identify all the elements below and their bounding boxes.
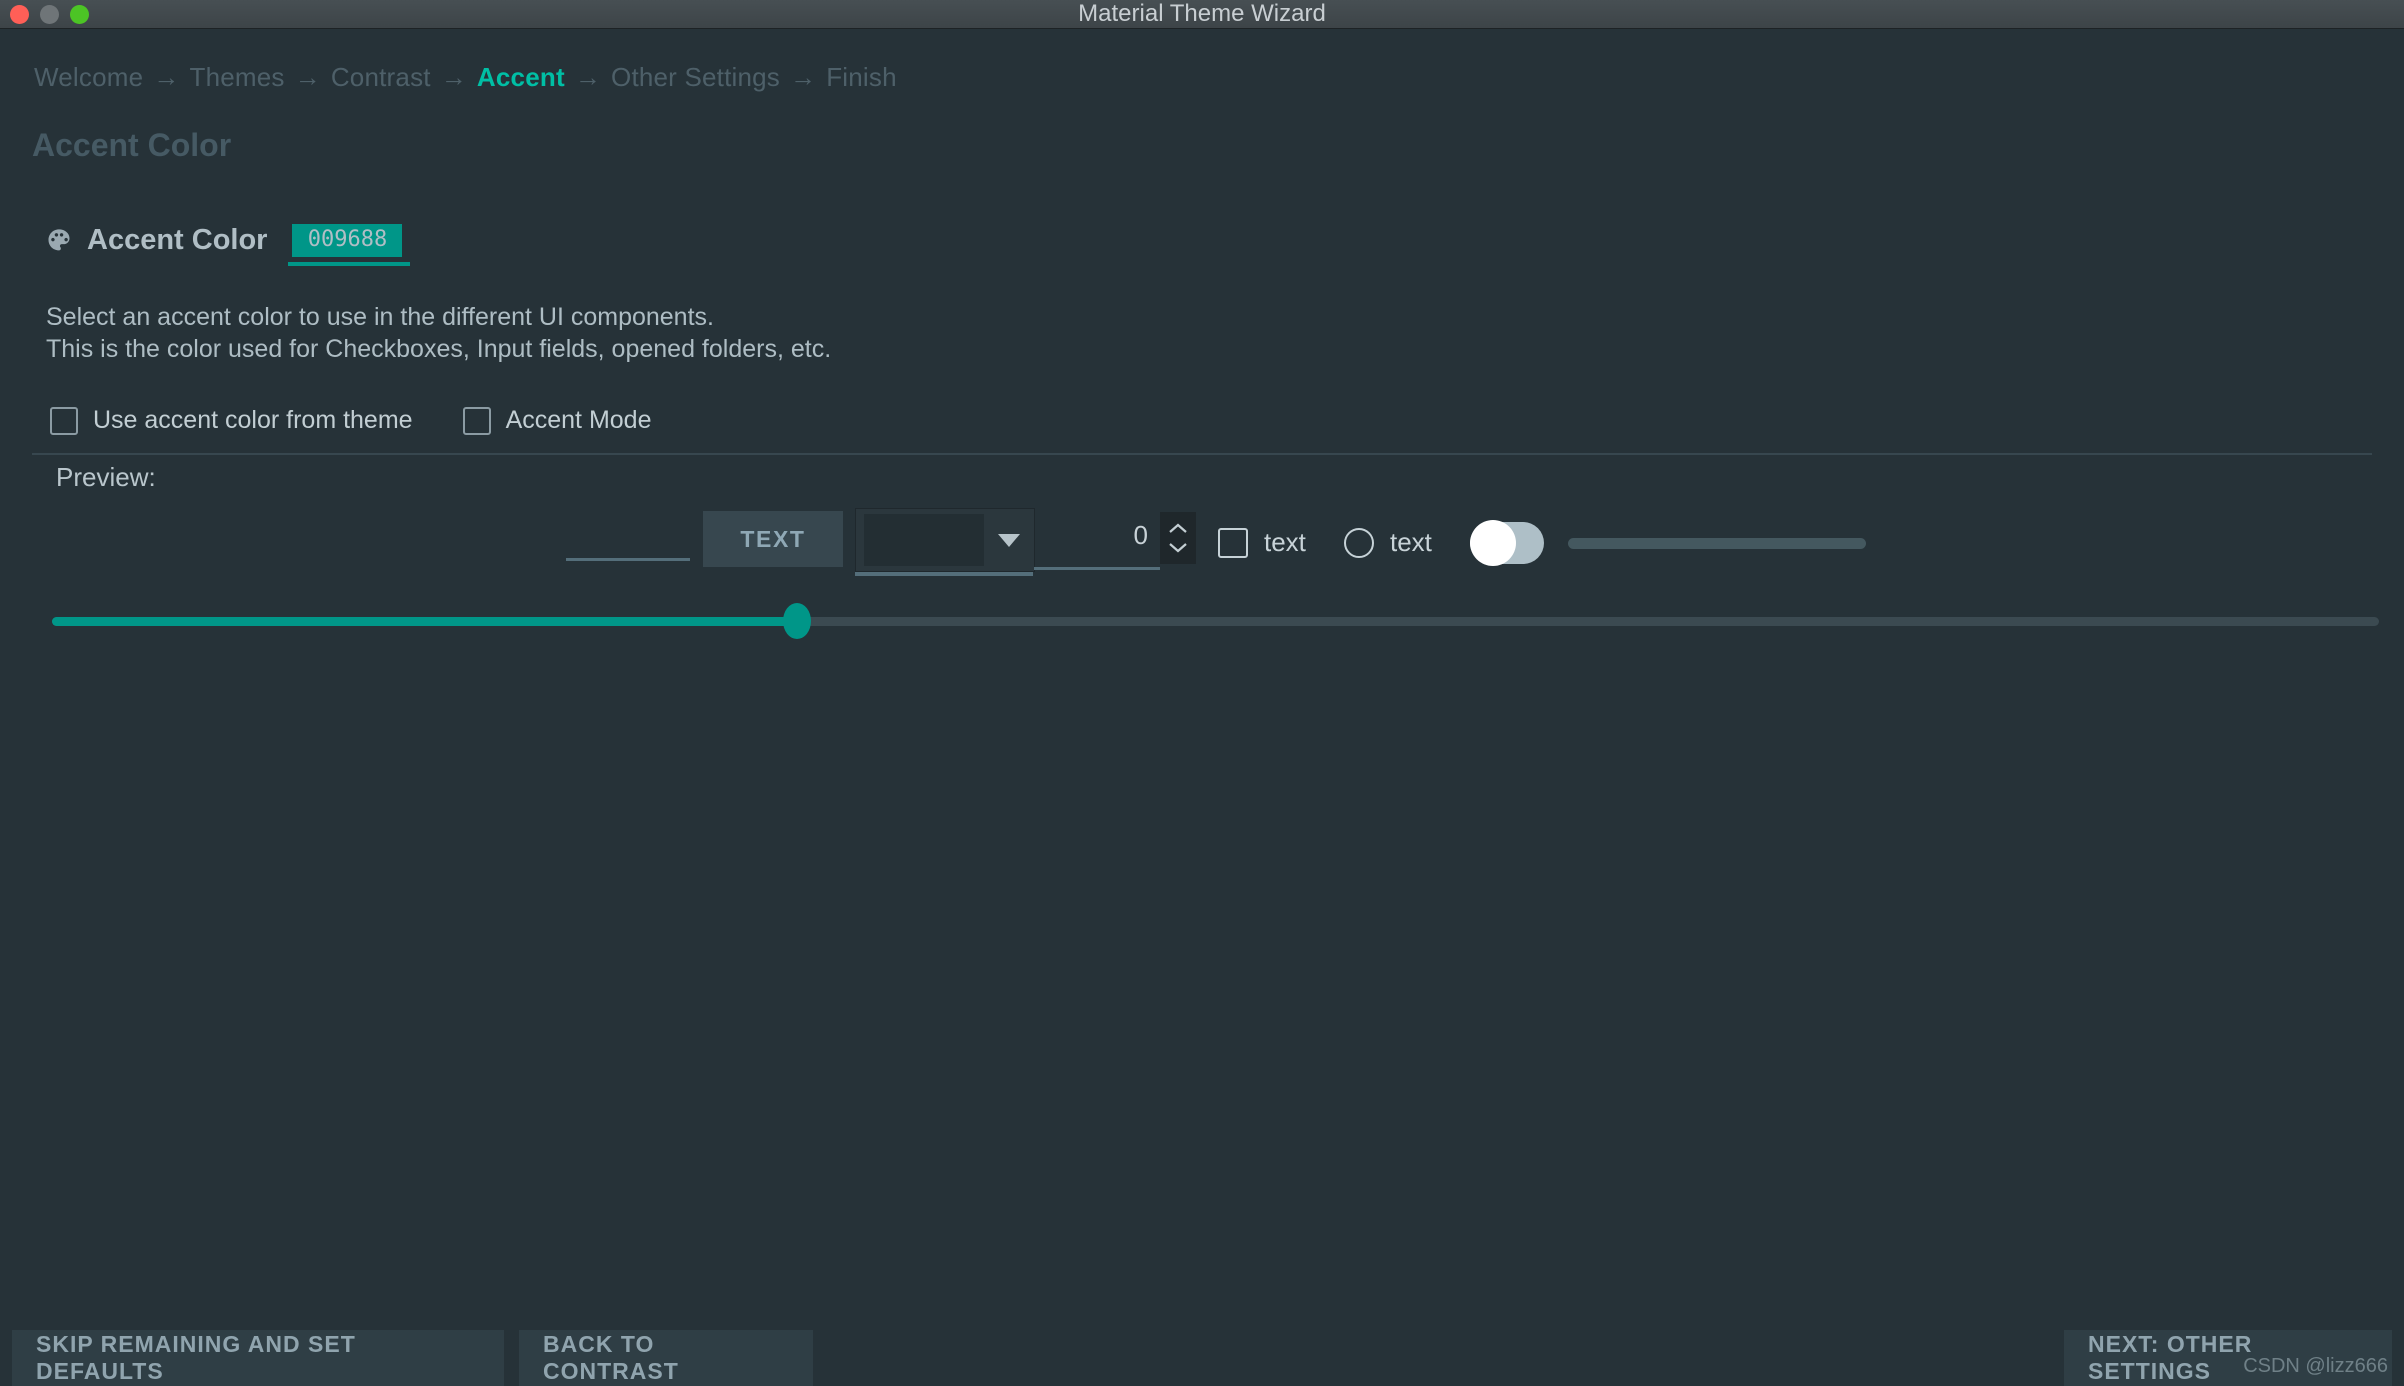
breadcrumb-item-themes[interactable]: Themes: [190, 62, 285, 93]
combo-box-underline: [855, 572, 1033, 576]
toggle-knob[interactable]: [1470, 520, 1516, 566]
window-title: Material Theme Wizard: [1078, 0, 1326, 27]
spinner-buttons[interactable]: [1160, 512, 1196, 564]
breadcrumb-item-welcome[interactable]: Welcome: [34, 62, 143, 93]
breadcrumb-separator: →: [574, 62, 602, 92]
back-to-contrast-button[interactable]: BACK TO CONTRAST: [519, 1330, 813, 1386]
breadcrumb-item-accent[interactable]: Accent: [477, 62, 565, 93]
accent-hex-value[interactable]: 009688: [292, 224, 403, 257]
title-bar: Material Theme Wizard: [0, 0, 2404, 29]
preview-combo-box[interactable]: [855, 508, 1035, 572]
combo-box-arrow-wrapper[interactable]: [984, 509, 1034, 571]
description-line-2: This is the color used for Checkboxes, I…: [46, 335, 832, 363]
breadcrumb: Welcome → Themes → Contrast → Accent → O…: [34, 62, 897, 93]
accent-color-label: Accent Color: [87, 224, 268, 256]
accent-hex-field-wrapper[interactable]: 009688: [288, 224, 411, 266]
preview-number-spinner[interactable]: 0: [1034, 512, 1196, 570]
palette-icon: [48, 228, 70, 250]
chevron-up-icon[interactable]: [1168, 523, 1188, 534]
breadcrumb-item-contrast[interactable]: Contrast: [331, 62, 431, 93]
checkbox-box-icon[interactable]: [462, 406, 491, 435]
preview-checkbox-label: text: [1264, 527, 1306, 557]
preview-radio-button[interactable]: text: [1344, 527, 1432, 558]
checkbox-box-icon[interactable]: [1218, 527, 1248, 558]
skip-remaining-button[interactable]: SKIP REMAINING AND SET DEFAULTS: [12, 1330, 504, 1386]
accent-hex-underline: [288, 262, 411, 266]
checkbox-label: Accent Mode: [505, 406, 652, 434]
breadcrumb-separator: →: [294, 62, 321, 92]
preview-text-button[interactable]: TEXT: [703, 511, 843, 567]
breadcrumb-separator: →: [790, 62, 817, 92]
slider-thumb[interactable]: [782, 603, 811, 639]
preview-toggle-switch[interactable]: [1470, 520, 1544, 566]
checkbox-label: Use accent color from theme: [93, 406, 413, 434]
breadcrumb-item-finish[interactable]: Finish: [826, 62, 897, 93]
accent-options: Use accent color from theme Accent Mode: [50, 406, 652, 435]
breadcrumb-item-other-settings[interactable]: Other Settings: [611, 62, 780, 93]
preview-radio-label: text: [1390, 527, 1432, 557]
spinner-underline: [1034, 567, 1160, 570]
combo-box-field[interactable]: [864, 514, 984, 566]
description-line-1: Select an accent color to use in the dif…: [46, 303, 714, 331]
radio-circle-icon[interactable]: [1344, 527, 1374, 558]
chevron-down-icon[interactable]: [1168, 542, 1188, 553]
preview-progress-bar: [1568, 538, 1866, 549]
accent-color-setting: Accent Color 009688: [45, 224, 411, 266]
breadcrumb-separator: →: [153, 62, 180, 92]
accent-description: Select an accent color to use in the dif…: [46, 301, 831, 365]
preview-text-input[interactable]: [566, 525, 690, 561]
text-input-underline: [566, 558, 690, 561]
watermark: CSDN @lizz666: [2243, 1355, 2388, 1377]
accent-slider[interactable]: [52, 603, 2379, 639]
wizard-window: Material Theme Wizard Welcome → Themes →…: [0, 0, 2404, 1386]
preview-label: Preview:: [56, 462, 156, 492]
slider-fill: [52, 617, 797, 626]
checkbox-box-icon[interactable]: [50, 406, 78, 435]
checkbox-use-accent-color-from-theme[interactable]: Use accent color from theme: [50, 406, 413, 435]
spinner-value: 0: [1133, 520, 1148, 550]
page-title: Accent Color: [32, 127, 232, 163]
chevron-down-icon: [998, 533, 1020, 547]
section-divider: [32, 453, 2372, 455]
preview-checkbox[interactable]: text: [1218, 527, 1306, 558]
checkbox-accent-mode[interactable]: Accent Mode: [462, 406, 652, 435]
breadcrumb-separator: →: [440, 62, 467, 92]
